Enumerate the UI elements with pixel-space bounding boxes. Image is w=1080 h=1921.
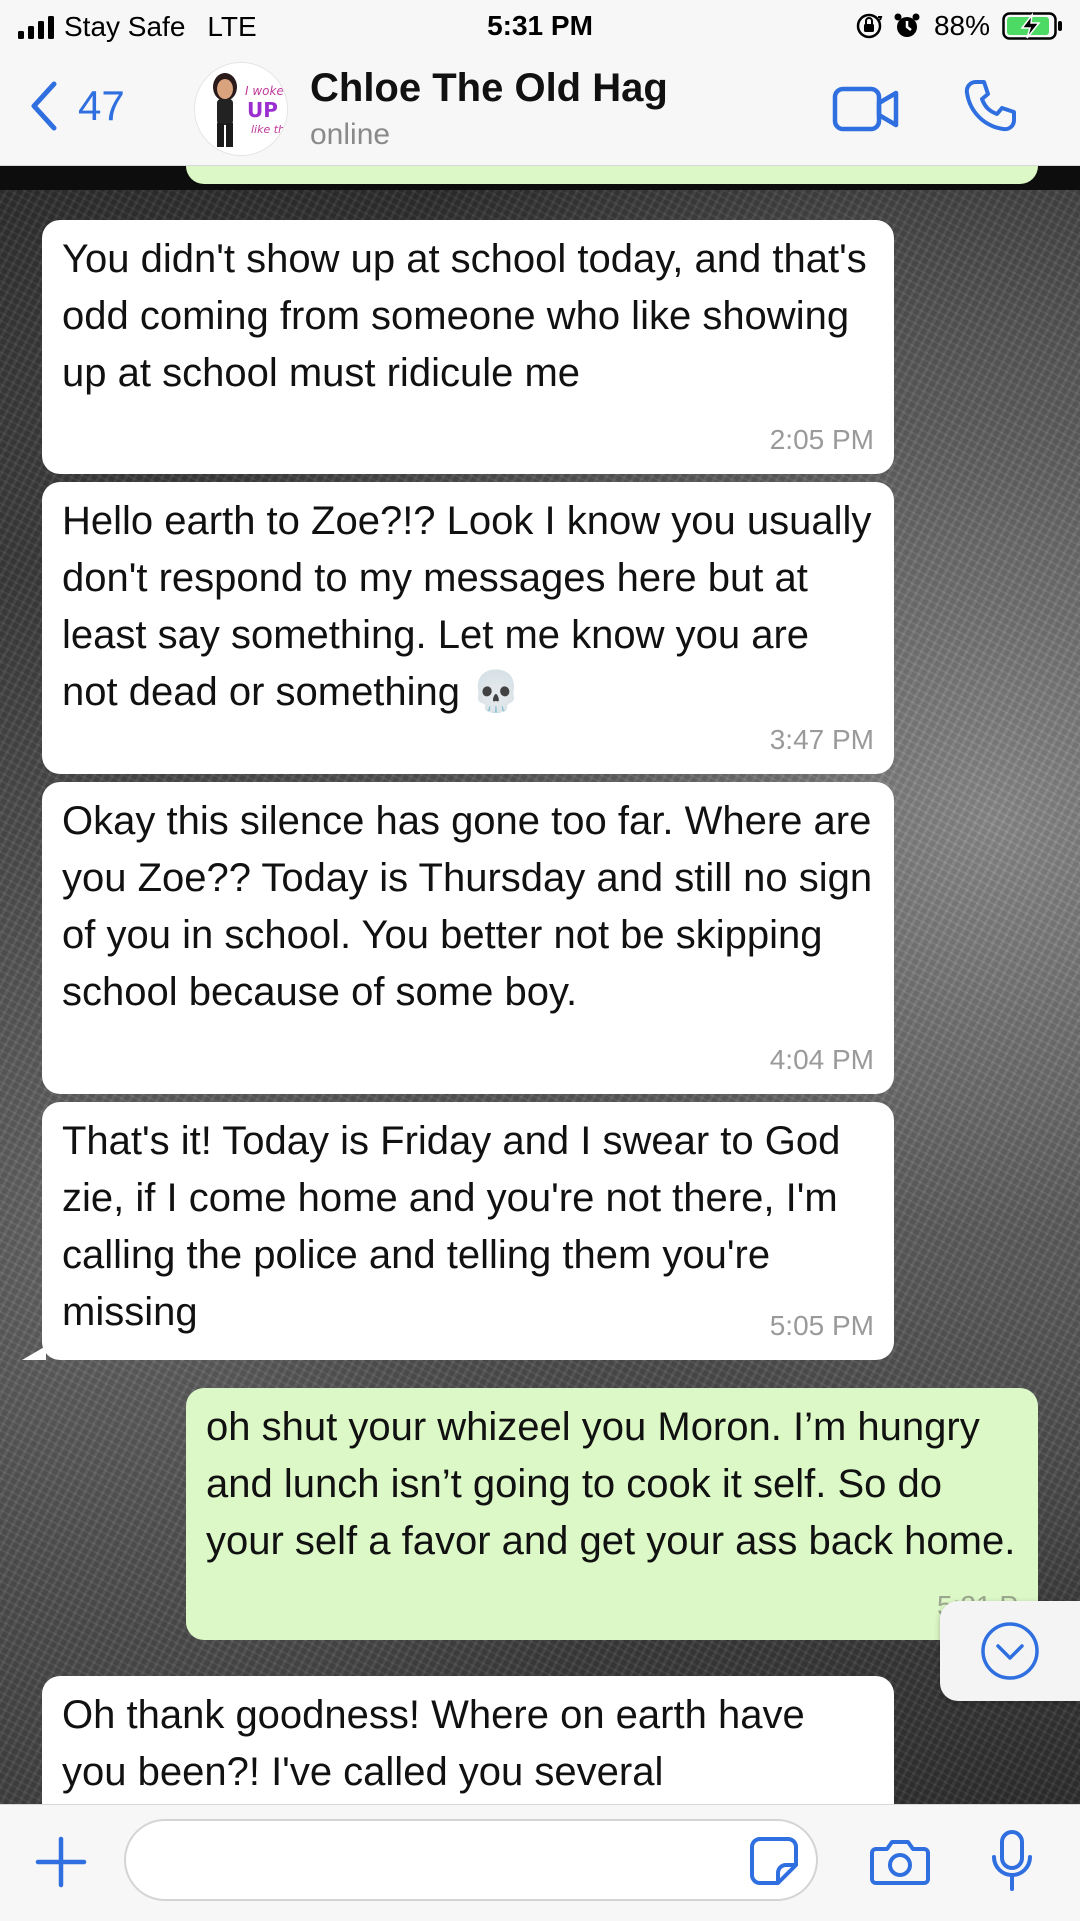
message-bubble[interactable]: Hello earth to Zoe?!? Look I know you us…	[42, 482, 894, 774]
bubble-tail	[22, 1346, 46, 1360]
camera-icon	[870, 1840, 930, 1885]
message-text: Okay this silence has gone too far. Wher…	[62, 799, 873, 1014]
avatar[interactable]: I woke UP like this UP like this	[194, 62, 288, 156]
chevron-left-icon	[31, 81, 57, 131]
battery-charging-icon	[1002, 12, 1062, 40]
message-text: You didn't show up at school today, and …	[62, 237, 867, 395]
status-right: 88%	[854, 8, 1064, 44]
unread-count: 47	[78, 82, 125, 129]
contact-name[interactable]: Chloe The Old Hag	[310, 66, 668, 111]
status-bar: Stay Safe LTE 5:31 PM 88%	[0, 0, 1080, 52]
voice-call-button[interactable]	[962, 78, 1018, 139]
chevron-down-circle-icon	[981, 1622, 1039, 1680]
message-time: 3:47 PM	[769, 724, 874, 755]
sticker-button[interactable]	[748, 1835, 800, 1892]
message-bubble[interactable]: oh shut your whizeel you Moron. I’m hung…	[186, 1388, 1038, 1640]
message-bubble[interactable]: Okay this silence has gone too far. Wher…	[42, 782, 894, 1094]
back-button[interactable]: 47	[28, 80, 125, 132]
alarm-icon	[894, 13, 920, 37]
message-time: 2:05 PM	[769, 424, 874, 455]
attach-button[interactable]	[34, 1835, 88, 1894]
previous-message-bubble[interactable]	[186, 166, 1038, 184]
message-text: That's it! Today is Friday and I swear t…	[62, 1119, 841, 1334]
sticker-icon	[750, 1837, 798, 1885]
battery-percent: 88%	[933, 10, 990, 41]
phone-call-icon	[964, 80, 1016, 132]
chat-area[interactable]: You didn't show up at school today, and …	[0, 166, 1080, 1804]
orientation-lock-icon	[856, 13, 883, 39]
svg-text:UP: UP	[247, 98, 278, 122]
scroll-to-bottom-button[interactable]	[940, 1601, 1080, 1701]
video-call-button[interactable]	[832, 86, 900, 137]
message-time: 5:05 PM	[769, 1310, 874, 1341]
message-text: oh shut your whizeel you Moron. I’m hung…	[206, 1405, 1016, 1563]
video-call-icon	[832, 86, 899, 132]
message-composer	[0, 1804, 1080, 1921]
message-input[interactable]	[124, 1819, 818, 1901]
camera-button[interactable]	[870, 1837, 930, 1892]
svg-text:I woke UP like this: I woke UP like this	[245, 84, 287, 98]
svg-text:like this: like this	[251, 123, 287, 136]
message-text: Hello earth to Zoe?!? Look I know you us…	[62, 499, 872, 714]
chat-header: 47 I woke UP like this UP like this Chlo…	[0, 52, 1080, 166]
message-bubble[interactable]: You didn't show up at school today, and …	[42, 220, 894, 474]
voice-note-button[interactable]	[990, 1829, 1034, 1898]
message-time: 4:04 PM	[769, 1044, 874, 1075]
contact-status: online	[310, 118, 391, 151]
avatar-sticker-image: I woke UP like this UP like this	[195, 63, 287, 155]
plus-icon	[35, 1836, 87, 1888]
message-bubble[interactable]: That's it! Today is Friday and I swear t…	[42, 1102, 894, 1360]
message-bubble[interactable]: Oh thank goodness! Where on earth have y…	[42, 1676, 894, 1804]
message-text: Oh thank goodness! Where on earth have y…	[62, 1693, 805, 1794]
microphone-icon	[992, 1830, 1032, 1891]
